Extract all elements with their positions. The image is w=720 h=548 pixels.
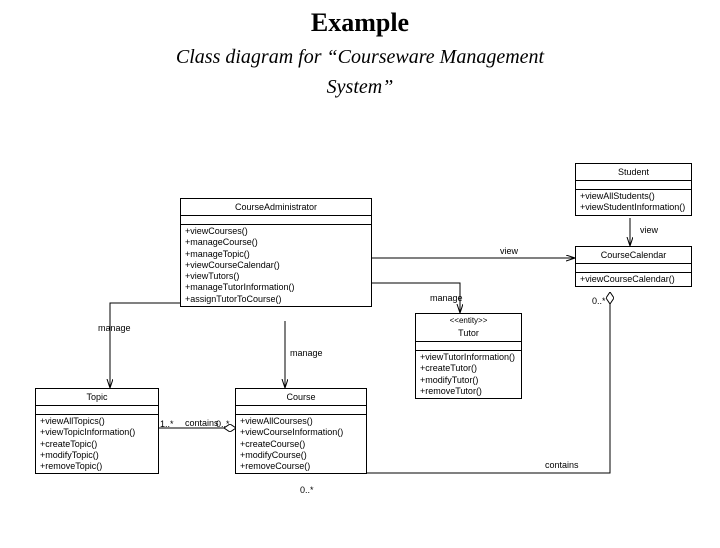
op: +viewAllTopics() — [40, 416, 154, 427]
class-name: Topic — [36, 389, 158, 406]
page-subtitle: Class diagram for “Courseware Management… — [0, 42, 720, 102]
op: +viewTutorInformation() — [420, 352, 517, 363]
class-stereotype: <<entity>> — [416, 314, 521, 325]
op: +viewTopicInformation() — [40, 427, 154, 438]
class-attrs — [181, 216, 371, 225]
multiplicity: 0..* — [216, 419, 230, 429]
subtitle-line-2: System” — [327, 76, 394, 98]
class-course-administrator: CourseAdministrator +viewCourses() +mana… — [180, 198, 372, 307]
class-name: Tutor — [416, 325, 521, 342]
assoc-label-view: view — [500, 246, 518, 256]
assoc-label-contains: contains — [545, 460, 579, 470]
class-student: Student +viewAllStudents() +viewStudentI… — [575, 163, 692, 216]
op: +createTopic() — [40, 439, 154, 450]
class-attrs — [416, 342, 521, 351]
class-attrs — [236, 406, 366, 415]
class-ops: +viewAllCourses() +viewCourseInformation… — [236, 415, 366, 473]
subtitle-line-1: Class diagram for “Courseware Management — [176, 46, 544, 68]
op: +viewCourseCalendar() — [580, 274, 687, 285]
multiplicity: 1..* — [160, 419, 174, 429]
class-attrs — [36, 406, 158, 415]
assoc-label-manage: manage — [98, 323, 131, 333]
class-ops: +viewCourseCalendar() — [576, 273, 691, 286]
class-course-calendar: CourseCalendar +viewCourseCalendar() — [575, 246, 692, 287]
class-name: CourseAdministrator — [181, 199, 371, 216]
class-ops: +viewAllStudents() +viewStudentInformati… — [576, 190, 691, 215]
op: +viewAllStudents() — [580, 191, 687, 202]
uml-diagram: CourseAdministrator +viewCourses() +mana… — [0, 163, 720, 548]
assoc-label-contains: contains — [185, 418, 219, 428]
op: +modifyTopic() — [40, 450, 154, 461]
op: +viewAllCourses() — [240, 416, 362, 427]
op: +manageTutorInformation() — [185, 282, 367, 293]
op: +removeTutor() — [420, 386, 517, 397]
op: +removeTopic() — [40, 461, 154, 472]
assoc-label-view: view — [640, 225, 658, 235]
class-name: CourseCalendar — [576, 247, 691, 264]
op: +manageTopic() — [185, 249, 367, 260]
op: +removeCourse() — [240, 461, 362, 472]
class-course: Course +viewAllCourses() +viewCourseInfo… — [235, 388, 367, 474]
multiplicity: 0..* — [592, 296, 606, 306]
op: +viewCourseCalendar() — [185, 260, 367, 271]
class-ops: +viewTutorInformation() +createTutor() +… — [416, 351, 521, 398]
class-name: Course — [236, 389, 366, 406]
op: +modifyCourse() — [240, 450, 362, 461]
op: +assignTutorToCourse() — [185, 294, 367, 305]
page-title: Example — [0, 8, 720, 38]
assoc-label-manage: manage — [290, 348, 323, 358]
op: +viewTutors() — [185, 271, 367, 282]
op: +modifyTutor() — [420, 375, 517, 386]
op: +viewCourses() — [185, 226, 367, 237]
op: +viewStudentInformation() — [580, 202, 687, 213]
op: +createCourse() — [240, 439, 362, 450]
class-ops: +viewAllTopics() +viewTopicInformation()… — [36, 415, 158, 473]
assoc-label-manage: manage — [430, 293, 463, 303]
op: +manageCourse() — [185, 237, 367, 248]
class-tutor: <<entity>> Tutor +viewTutorInformation()… — [415, 313, 522, 399]
class-attrs — [576, 181, 691, 190]
class-ops: +viewCourses() +manageCourse() +manageTo… — [181, 225, 371, 306]
class-topic: Topic +viewAllTopics() +viewTopicInforma… — [35, 388, 159, 474]
class-name: Student — [576, 164, 691, 181]
class-attrs — [576, 264, 691, 273]
multiplicity: 0..* — [300, 485, 314, 495]
op: +createTutor() — [420, 363, 517, 374]
op: +viewCourseInformation() — [240, 427, 362, 438]
